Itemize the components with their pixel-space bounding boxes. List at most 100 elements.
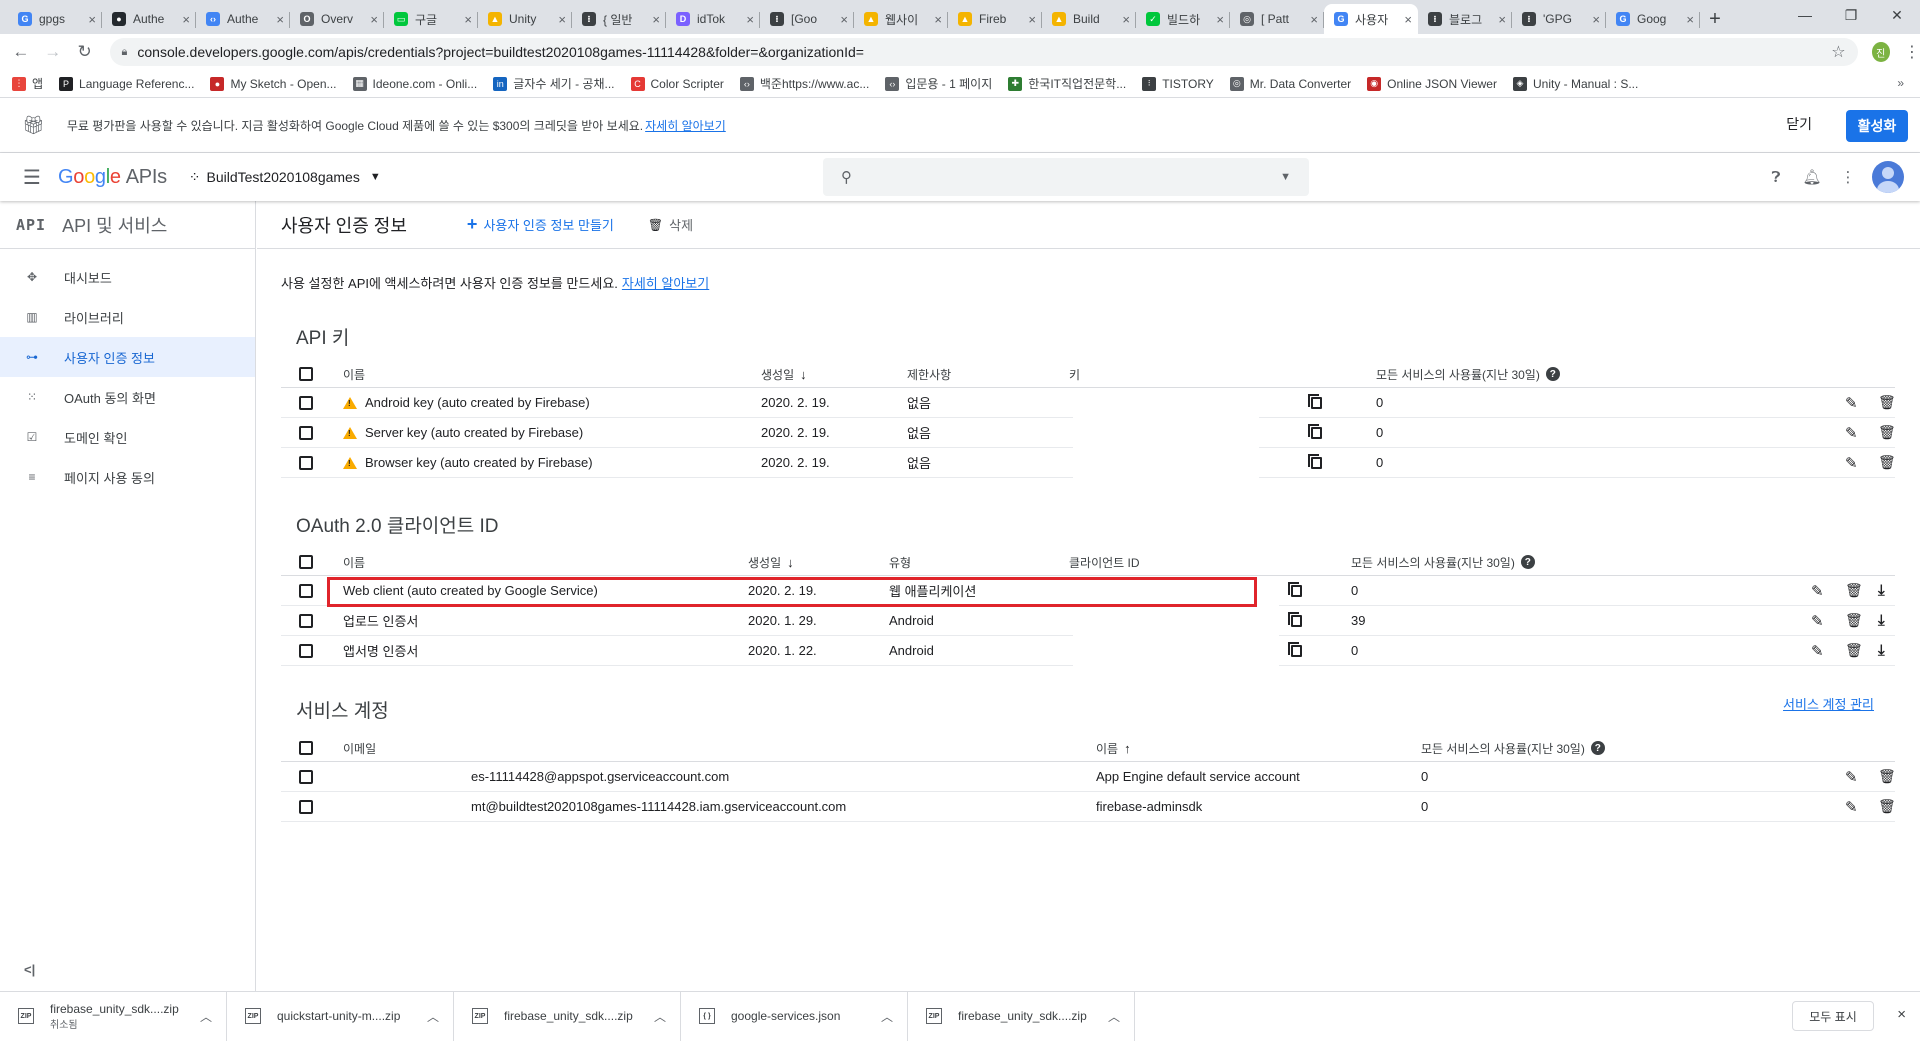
- bookmark-item[interactable]: ‹› 백준https://www.ac...: [739, 75, 869, 92]
- tab-close-icon[interactable]: ×: [558, 12, 566, 27]
- edit-icon[interactable]: ✎: [1845, 768, 1858, 786]
- bookmark-item[interactable]: P Language Referenc...: [59, 76, 194, 91]
- browser-tab[interactable]: ⁝ 'GPG ×: [1512, 4, 1606, 34]
- delete-icon[interactable]: 🗑︎: [1845, 642, 1863, 659]
- download-item[interactable]: ZIP quickstart-unity-m....zip ︿: [227, 991, 454, 1041]
- table-row[interactable]: Android key (auto created by Firebase) 20…: [281, 388, 1896, 418]
- col-name[interactable]: 이름: [343, 361, 365, 387]
- row-checkbox[interactable]: [299, 643, 313, 658]
- tab-close-icon[interactable]: ×: [276, 12, 284, 27]
- client-name[interactable]: 앱서명 인증서: [343, 636, 418, 665]
- edit-icon[interactable]: ✎: [1845, 394, 1858, 412]
- tab-close-icon[interactable]: ×: [1404, 12, 1412, 27]
- bookmark-item[interactable]: ▦ Ideone.com - Onli...: [352, 76, 477, 91]
- google-apis-logo[interactable]: Google APIs: [58, 166, 167, 189]
- manage-service-accounts-link[interactable]: 서비스 계정 관리: [1783, 694, 1874, 713]
- col-created[interactable]: 생성일 ↓: [748, 549, 794, 575]
- chevron-up-icon[interactable]: ︿: [200, 1008, 212, 1025]
- show-all-downloads-button[interactable]: 모두 표시: [1792, 1001, 1874, 1031]
- tab-close-icon[interactable]: ×: [746, 12, 754, 27]
- tab-close-icon[interactable]: ×: [370, 12, 378, 27]
- download-item[interactable]: ZIP firebase_unity_sdk....zip 취소됨 ︿: [0, 991, 227, 1041]
- edit-icon[interactable]: ✎: [1845, 798, 1858, 816]
- key-name[interactable]: Browser key (auto created by Firebase): [365, 455, 593, 470]
- more-bookmarks-icon[interactable]: »: [1897, 76, 1904, 90]
- create-credentials-button[interactable]: + 사용자 인증 정보 만들기: [467, 214, 614, 235]
- address-bar[interactable]: 🔒︎ console.developers.google.com/apis/cr…: [109, 38, 1858, 66]
- delete-icon[interactable]: 🗑︎: [1845, 612, 1863, 629]
- edit-icon[interactable]: ✎: [1811, 582, 1824, 600]
- tab-close-icon[interactable]: ×: [1216, 12, 1224, 27]
- browser-menu-icon[interactable]: ⋮: [1904, 42, 1920, 62]
- row-checkbox[interactable]: [299, 799, 313, 814]
- bookmark-item[interactable]: ✚ 한국IT직업전문학...: [1008, 75, 1126, 92]
- new-tab-icon[interactable]: +: [1700, 4, 1730, 34]
- project-selector[interactable]: ⁘ BuildTest2020108games ▼: [189, 169, 381, 186]
- intro-learn-more-link[interactable]: 자세히 알아보기: [622, 276, 709, 291]
- row-checkbox[interactable]: [299, 583, 313, 598]
- edit-icon[interactable]: ✎: [1845, 454, 1858, 472]
- table-row[interactable]: Server key (auto created by Firebase) 202…: [281, 418, 1896, 448]
- table-row[interactable]: Browser key (auto created by Firebase) 20…: [281, 448, 1896, 478]
- bookmark-item[interactable]: ◈ Unity - Manual : S...: [1512, 76, 1638, 91]
- back-icon[interactable]: ←: [8, 38, 34, 66]
- client-name[interactable]: Web client (auto created by Google Servi…: [343, 576, 598, 605]
- delete-button[interactable]: 🗑︎ 삭제: [648, 215, 693, 234]
- browser-tab[interactable]: ◎ [ Patt ×: [1230, 4, 1324, 34]
- bookmark-item[interactable]: ⁝ TISTORY: [1142, 76, 1214, 91]
- browser-tab[interactable]: O Overv ×: [290, 4, 384, 34]
- copy-icon[interactable]: [1308, 453, 1322, 469]
- tab-close-icon[interactable]: ×: [1592, 12, 1600, 27]
- browser-tab[interactable]: ‹› Authe ×: [196, 4, 290, 34]
- sidebar-item[interactable]: ⁙ OAuth 동의 화면: [0, 377, 255, 417]
- promo-activate-button[interactable]: 활성화: [1846, 110, 1908, 142]
- chevron-up-icon[interactable]: ︿: [427, 1008, 439, 1025]
- delete-icon[interactable]: 🗑︎: [1878, 394, 1896, 411]
- browser-tab[interactable]: ▲ Fireb ×: [948, 4, 1042, 34]
- browser-tab[interactable]: G Goog ×: [1606, 4, 1700, 34]
- search-box[interactable]: ⚲ ▼: [823, 158, 1309, 196]
- delete-icon[interactable]: 🗑︎: [1845, 582, 1863, 599]
- bookmark-item[interactable]: C Color Scripter: [630, 76, 724, 91]
- edit-icon[interactable]: ✎: [1811, 612, 1824, 630]
- table-row[interactable]: Web client (auto created by Google Servi…: [281, 576, 1895, 606]
- key-name[interactable]: Server key (auto created by Firebase): [365, 425, 583, 440]
- bookmark-star-icon[interactable]: ☆: [1831, 42, 1845, 62]
- browser-tab[interactable]: ⁝ [Goo ×: [760, 4, 854, 34]
- bookmark-item[interactable]: ◉ Online JSON Viewer: [1367, 76, 1497, 91]
- tab-close-icon[interactable]: ×: [1310, 12, 1318, 27]
- copy-icon[interactable]: [1308, 423, 1322, 439]
- browser-tab[interactable]: ⁝ 블로그 ×: [1418, 4, 1512, 34]
- delete-icon[interactable]: 🗑︎: [1878, 798, 1896, 815]
- col-created[interactable]: 생성일 ↓: [761, 361, 807, 387]
- browser-tab[interactable]: ⁝ { 일반 ×: [572, 4, 666, 34]
- hamburger-menu-icon[interactable]: ☰: [8, 153, 56, 201]
- col-email[interactable]: 이메일: [343, 735, 376, 761]
- download-item[interactable]: ZIP firebase_unity_sdk....zip ︿: [454, 991, 681, 1041]
- help-icon[interactable]: ?: [1590, 741, 1605, 755]
- table-row[interactable]: mt@buildtest2020108games-11114428.iam.gs…: [281, 792, 1896, 822]
- tab-close-icon[interactable]: ×: [1122, 12, 1130, 27]
- browser-tab[interactable]: ▲ 웹사이 ×: [854, 4, 948, 34]
- more-options-icon[interactable]: ⋮: [1830, 161, 1866, 193]
- browser-tab[interactable]: Ggpgs ×: [8, 4, 102, 34]
- row-checkbox[interactable]: [299, 769, 313, 784]
- select-all-checkbox[interactable]: [299, 741, 313, 755]
- tab-close-icon[interactable]: ×: [840, 12, 848, 27]
- browser-tab[interactable]: ● Authe ×: [102, 4, 196, 34]
- bookmark-item[interactable]: ● My Sketch - Open...: [210, 76, 337, 91]
- promo-learn-more-link[interactable]: 자세히 알아보기: [645, 117, 726, 134]
- select-all-checkbox[interactable]: [299, 555, 313, 569]
- tab-close-icon[interactable]: ×: [1498, 12, 1506, 27]
- delete-icon[interactable]: 🗑︎: [1878, 454, 1896, 471]
- row-checkbox[interactable]: [299, 455, 313, 470]
- minimize-icon[interactable]: —: [1782, 0, 1828, 30]
- sidebar-item[interactable]: ▥ 라이브러리: [0, 297, 255, 337]
- download-item[interactable]: ZIP firebase_unity_sdk....zip ︿: [908, 991, 1135, 1041]
- download-icon[interactable]: ⤓: [1878, 642, 1885, 659]
- help-icon[interactable]: ❓︎: [1758, 161, 1794, 193]
- chevron-up-icon[interactable]: ︿: [1108, 1008, 1120, 1025]
- promo-dismiss-button[interactable]: 닫기: [1786, 114, 1812, 134]
- key-name[interactable]: Android key (auto created by Firebase): [365, 395, 590, 410]
- chevron-up-icon[interactable]: ︿: [881, 1008, 893, 1025]
